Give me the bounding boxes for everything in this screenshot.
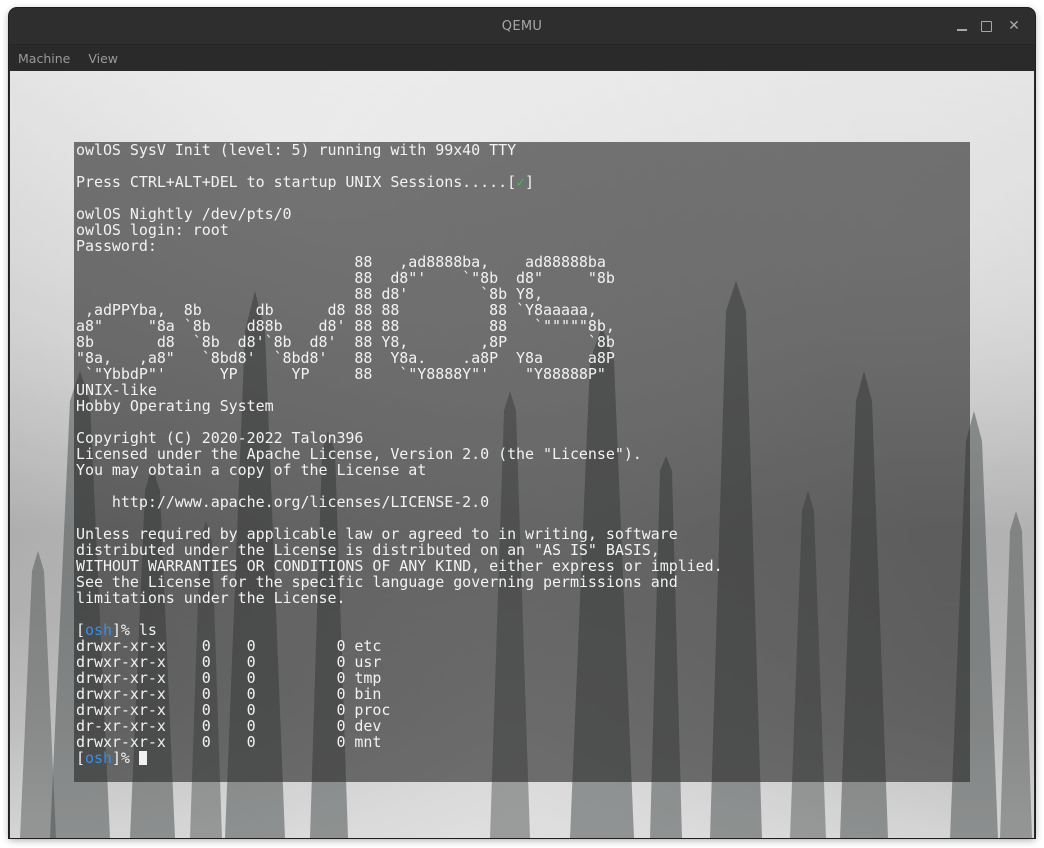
prompt-line[interactable]: [osh]%	[76, 749, 147, 767]
init-line: owlOS SysV Init (level: 5) running with …	[76, 141, 517, 159]
close-icon: ✕	[1008, 18, 1020, 34]
menu-bar: Machine View	[9, 45, 1035, 71]
vm-display[interactable]: owlOS SysV Init (level: 5) running with …	[10, 71, 1034, 838]
qemu-window: QEMU ✕ Machine View owlOS SysV Init (lev…	[9, 8, 1035, 838]
prompt-name: osh	[84, 749, 112, 767]
minimize-button[interactable]	[951, 15, 973, 37]
console-overlay: owlOS SysV Init (level: 5) running with …	[74, 142, 970, 782]
window-title: QEMU	[501, 18, 543, 34]
title-bar[interactable]: QEMU ✕	[9, 8, 1035, 45]
hobby-line: Hobby Operating System	[76, 397, 274, 415]
checkmark-icon: ✓	[516, 173, 526, 191]
close-button[interactable]: ✕	[1003, 15, 1025, 37]
license-url: http://www.apache.org/licenses/LICENSE-2…	[76, 493, 490, 511]
press-line: Press CTRL+ALT+DEL to startup UNIX Sessi…	[76, 173, 535, 191]
text-cursor	[138, 751, 147, 765]
minimize-icon	[957, 29, 967, 31]
menu-view[interactable]: View	[79, 51, 127, 66]
disclaimer-line: limitations under the License.	[76, 589, 346, 607]
terminal-output: owlOS SysV Init (level: 5) running with …	[76, 142, 723, 766]
maximize-icon	[980, 20, 992, 32]
menu-machine[interactable]: Machine	[9, 51, 79, 66]
license-line: You may obtain a copy of the License at	[76, 461, 427, 479]
maximize-button[interactable]	[975, 15, 997, 37]
